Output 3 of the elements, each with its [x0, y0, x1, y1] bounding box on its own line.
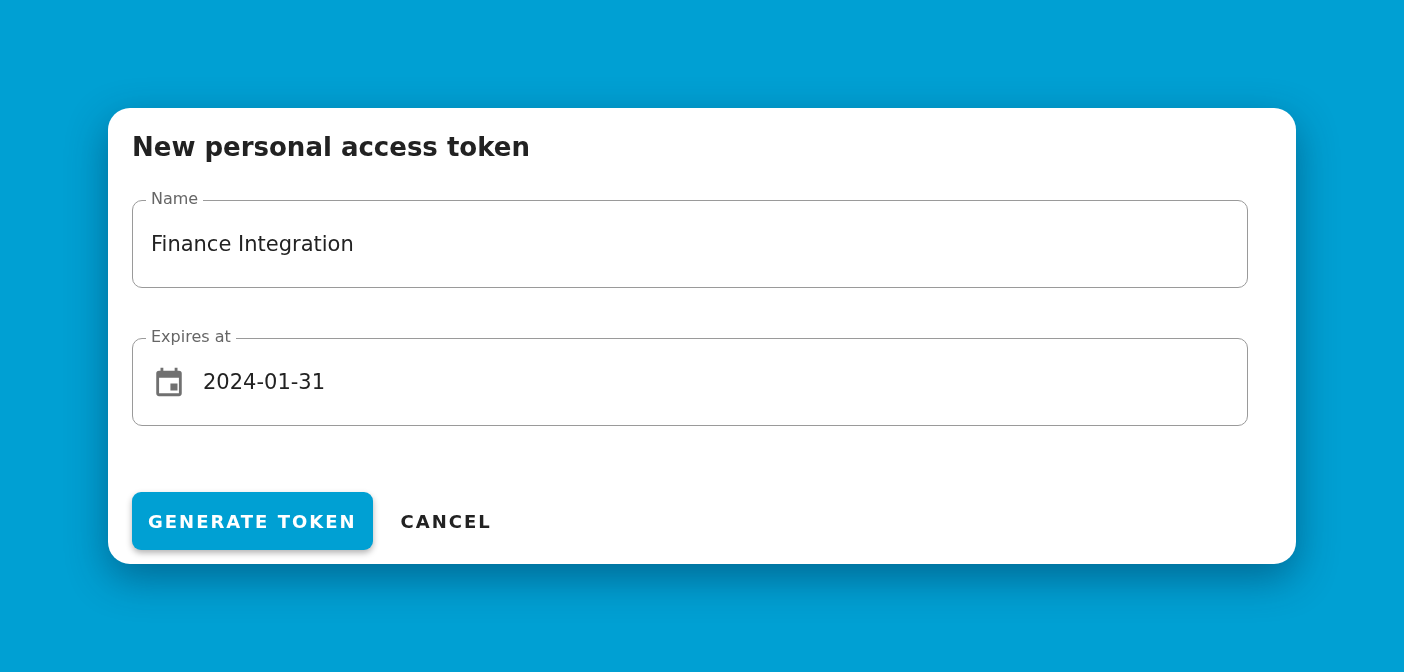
dialog-title: New personal access token: [132, 131, 531, 164]
cancel-button[interactable]: CANCEL: [384, 492, 508, 550]
field-label: Expires at: [146, 328, 236, 346]
